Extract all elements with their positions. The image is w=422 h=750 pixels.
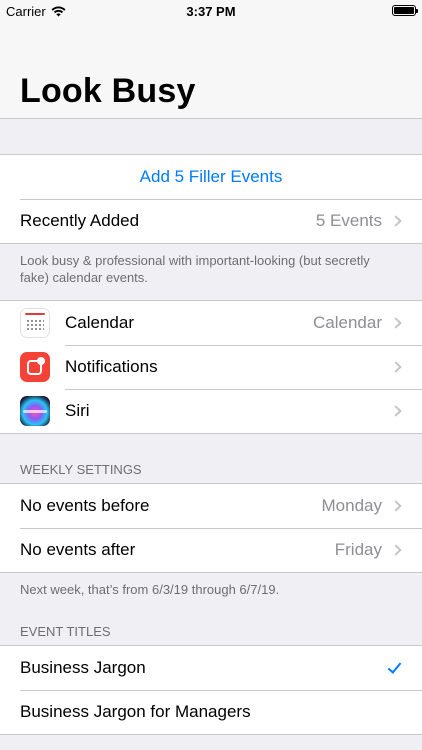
chevron-right-icon xyxy=(390,317,402,329)
siri-label: Siri xyxy=(65,401,90,420)
event-title-option-business-jargon-managers[interactable]: Business Jargon for Managers xyxy=(0,690,422,734)
event-titles-group: Business Jargon Business Jargon for Mana… xyxy=(0,645,422,735)
weekly-settings-group: No events before Monday No events after … xyxy=(0,483,422,573)
calendar-label: Calendar xyxy=(65,313,134,332)
chevron-right-icon xyxy=(390,405,402,417)
no-events-after-row[interactable]: No events after Friday xyxy=(0,528,422,572)
no-events-after-value: Friday xyxy=(334,540,382,559)
status-time: 3:37 PM xyxy=(186,4,236,19)
notifications-icon xyxy=(20,352,50,382)
status-bar: Carrier 3:37 PM xyxy=(0,0,422,24)
chevron-right-icon xyxy=(390,361,402,373)
calendar-value: Calendar xyxy=(313,313,382,332)
recently-added-label: Recently Added xyxy=(20,211,140,230)
recently-added-row[interactable]: Recently Added 5 Events xyxy=(0,199,422,243)
recently-added-value: 5 Events xyxy=(315,211,382,230)
battery-icon xyxy=(392,5,418,16)
main-group: Add 5 Filler Events Recently Added 5 Eve… xyxy=(0,154,422,244)
siri-icon xyxy=(20,396,50,426)
no-events-before-row[interactable]: No events before Monday xyxy=(0,484,422,528)
weekly-settings-header: WEEKLY SETTINGS xyxy=(20,462,142,477)
event-titles-header: EVENT TITLES xyxy=(20,624,111,639)
notifications-label: Notifications xyxy=(65,357,158,376)
no-events-before-value: Monday xyxy=(321,496,382,515)
chevron-right-icon xyxy=(390,544,402,556)
weekly-footer: Next week, that’s from 6/3/19 through 6/… xyxy=(20,582,280,597)
main-footer: Look busy & professional with important-… xyxy=(20,253,370,285)
add-filler-events-label: Add 5 Filler Events xyxy=(139,167,283,186)
notifications-row[interactable]: Notifications xyxy=(0,345,422,389)
event-title-label: Business Jargon xyxy=(20,658,146,677)
siri-row[interactable]: Siri xyxy=(0,389,422,433)
page-title: Look Busy xyxy=(20,72,196,110)
navigation-bar: Look Busy xyxy=(0,24,422,119)
event-title-label: Business Jargon for Managers xyxy=(20,702,251,721)
apps-group: Calendar Calendar Notifications Siri xyxy=(0,300,422,434)
battery-fill xyxy=(394,7,414,14)
event-title-option-business-jargon[interactable]: Business Jargon xyxy=(0,646,422,690)
calendar-icon xyxy=(20,308,50,338)
chevron-right-icon xyxy=(390,500,402,512)
add-filler-events-button[interactable]: Add 5 Filler Events xyxy=(0,155,422,199)
status-right xyxy=(392,5,418,16)
no-events-before-label: No events before xyxy=(20,496,150,515)
chevron-right-icon xyxy=(390,215,402,227)
no-events-after-label: No events after xyxy=(20,540,136,559)
calendar-row[interactable]: Calendar Calendar xyxy=(0,301,422,345)
